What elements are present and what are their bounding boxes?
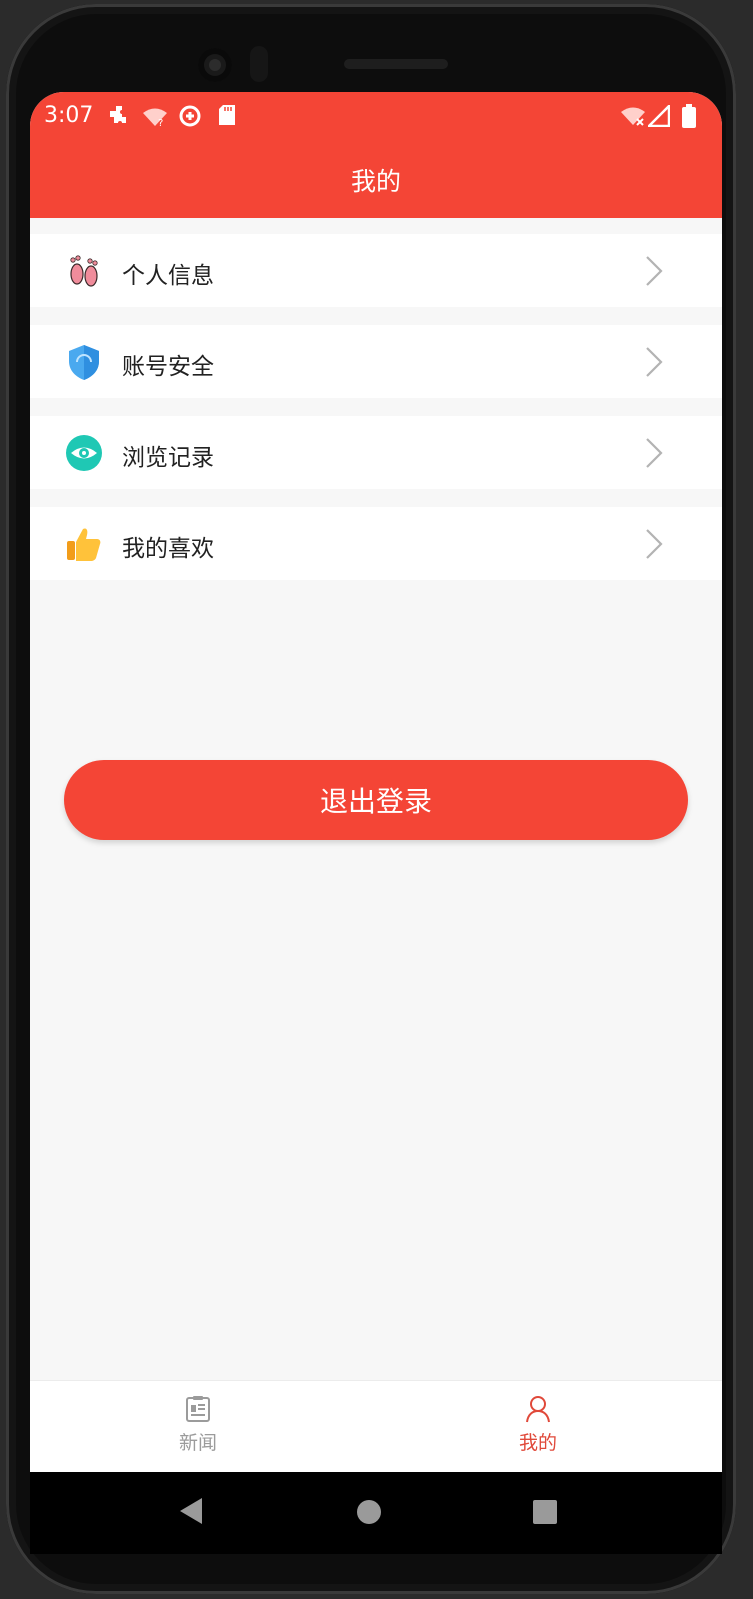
menu-item-my-likes[interactable]: 我的喜欢 [30,507,722,580]
tab-label: 新闻 [178,1432,217,1454]
home-circle-icon[interactable] [356,1499,382,1525]
menu-item-browse-history[interactable]: 浏览记录 [30,416,722,489]
wifi-off-icon [621,107,645,126]
menu-item-label: 个人信息 [122,263,214,289]
recents-square-icon[interactable] [532,1499,558,1525]
eye-icon [66,435,102,471]
back-triangle-icon[interactable] [178,1496,204,1526]
signal-icon [648,105,670,127]
chevron-right-icon [646,347,663,377]
earpiece-speaker [344,59,448,69]
puzzle-icon [110,106,126,123]
tab-news[interactable]: 新闻 [138,1381,258,1472]
system-navigation-bar [30,1472,722,1554]
data-saver-icon [179,105,201,127]
menu-item-label: 账号安全 [122,354,214,380]
menu-item-label: 浏览记录 [122,445,214,471]
menu-item-profile[interactable]: 个人信息 [30,234,722,307]
app-screen: 3:07 ? 我的 个人信息 账号安全 浏览记录 我的喜欢 退出登录 新闻 我的 [30,92,722,1472]
chevron-right-icon [646,529,663,559]
battery-icon [682,104,696,128]
page-title: 我的 [350,167,401,196]
chevron-right-icon [646,438,663,468]
chevron-right-icon [646,256,663,286]
shield-icon [69,345,99,380]
sd-card-icon [219,105,235,125]
status-bar: 3:07 ? [30,92,722,142]
title-bar: 我的 [30,142,722,218]
logout-button[interactable]: 退出登录 [64,760,688,840]
front-camera [198,48,232,82]
bottom-tab-bar: 新闻 我的 [30,1380,722,1472]
status-time: 3:07 [44,103,94,128]
thumbs-up-icon [67,528,101,561]
menu-item-label: 我的喜欢 [122,536,214,562]
proximity-sensor [250,46,268,82]
menu-item-account-security[interactable]: 账号安全 [30,325,722,398]
footprints-icon [70,255,98,287]
svg-text:?: ? [158,118,163,127]
tab-label: 我的 [518,1432,557,1454]
wifi-question-icon: ? [143,108,167,127]
tab-mine[interactable]: 我的 [478,1381,598,1472]
person-icon [526,1396,550,1423]
news-icon [186,1396,210,1422]
